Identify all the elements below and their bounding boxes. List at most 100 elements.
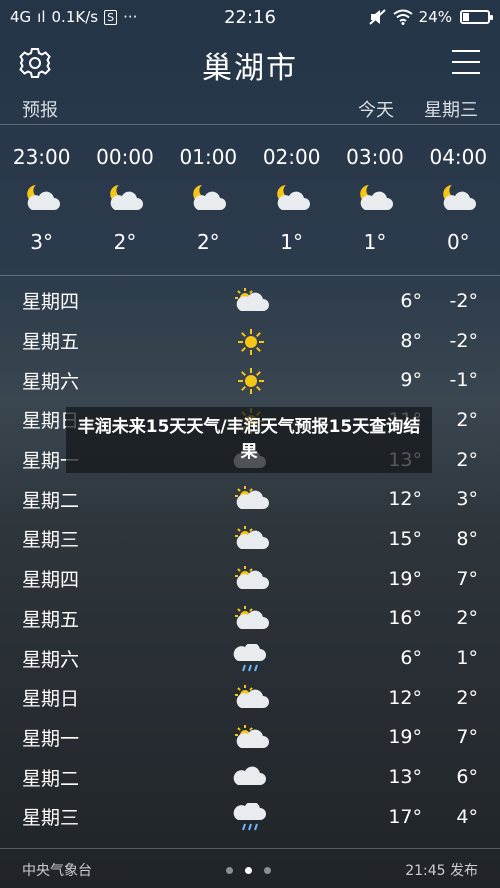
day-name: 星期二 [22,489,80,512]
daily-row[interactable]: 星期二 13° 6° [0,757,500,797]
daily-row[interactable]: 星期四 19° 7° [0,559,500,599]
day-name: 星期六 [22,370,80,393]
partly-cloudy-icon [233,605,269,635]
forecast-subheader: 预报 今天 星期三 [0,96,500,122]
hourly-time: 02:00 [262,145,321,169]
rain-icon [233,642,269,674]
status-bar: 4G ıl 0.1K/s S ··· 22:16 24% [0,0,500,34]
night-cloudy-icon [24,182,60,216]
page-dot[interactable] [264,866,272,874]
city-title[interactable]: 巢湖市 [202,43,298,87]
daily-row[interactable]: 星期三 17° 4° [0,797,500,837]
mute-icon [368,9,386,25]
partly-cloudy-icon [233,724,269,754]
low-temp: 8° [456,527,478,550]
weekday-label: 星期三 [424,100,478,121]
high-temp: 17° [388,805,422,828]
low-temp: 7° [456,726,478,749]
page-indicator [226,866,272,874]
battery-icon [460,10,493,24]
low-temp: -2° [449,329,478,352]
daily-row[interactable]: 星期四 6° -2° [0,281,500,321]
day-name: 星期四 [22,291,80,314]
signal-icon: ıl [37,8,46,26]
network-speed: 0.1K/s [51,8,99,26]
low-temp: 2° [456,686,478,709]
today-label: 今天 [358,100,394,121]
low-temp: 7° [456,567,478,590]
day-name: 星期四 [22,569,80,592]
gear-icon[interactable] [18,46,52,80]
daily-row[interactable]: 星期三 15° 8° [0,519,500,559]
page-dot[interactable] [245,866,253,874]
night-cloudy-icon [357,182,393,216]
daily-row[interactable]: 星期一 19° 7° [0,718,500,758]
hourly-time: 01:00 [179,145,238,169]
day-name: 星期一 [22,727,80,750]
battery-percent: 24% [418,8,452,26]
hourly-time: 04:00 [429,145,488,169]
network-type: 4G [10,8,32,26]
cloudy-icon [233,763,269,793]
data-source: 中央气象台 [22,863,92,879]
partly-cloudy-icon [233,525,269,555]
hourly-time: 03:00 [346,145,404,169]
divider-top [0,124,500,125]
hourly-temp: 1° [280,230,304,254]
day-name: 星期日 [22,688,80,711]
high-temp: 16° [388,607,422,630]
night-cloudy-icon [274,182,310,216]
day-name: 星期二 [22,767,80,790]
hourly-item: 23:00 3° [0,140,83,270]
high-temp: 9° [400,369,422,392]
low-temp: 2° [456,607,478,630]
hourly-time: 00:00 [96,145,154,169]
sunny-icon [233,327,269,357]
day-name: 星期三 [22,529,80,552]
daily-row[interactable]: 星期六 9° -1° [0,360,500,400]
low-temp: 3° [456,488,478,511]
high-temp: 19° [388,567,422,590]
daily-forecast: 星期四 6° -2° 星期五 8° -2° 星期六 9° -1° 星期日 11°… [0,281,500,837]
s-app-icon: S [104,9,118,25]
hourly-temp: 2° [113,230,137,254]
day-name: 星期五 [22,331,80,354]
daily-row[interactable]: 星期日 12° 2° [0,678,500,718]
forecast-label: 预报 [22,100,58,121]
status-left: 4G ıl 0.1K/s S ··· [10,8,137,26]
day-name: 星期六 [22,648,80,671]
low-temp: 4° [456,805,478,828]
footer: 中央气象台 21:45 发布 [0,852,500,888]
daily-row[interactable]: 星期五 8° -2° [0,321,500,361]
publish-time: 21:45 发布 [405,863,478,879]
partly-cloudy-icon [233,287,269,317]
status-right: 24% [368,8,493,26]
partly-cloudy-icon [233,565,269,595]
day-name: 星期三 [22,807,80,830]
hourly-item: 00:00 2° [83,140,166,270]
low-temp: 6° [456,766,478,789]
hourly-time: 23:00 [12,145,71,169]
hourly-temp: 3° [30,230,54,254]
menu-icon[interactable] [452,50,480,76]
page-dot[interactable] [226,866,234,874]
hourly-item: 04:00 0° [417,140,500,270]
partly-cloudy-icon [233,684,269,714]
hourly-temp: 1° [363,230,387,254]
divider-hourly [0,275,500,276]
daily-row[interactable]: 星期五 16° 2° [0,599,500,639]
day-name: 星期五 [22,608,80,631]
high-temp: 8° [400,329,422,352]
night-cloudy-icon [440,182,477,216]
hourly-item: 01:00 2° [167,140,250,270]
night-cloudy-icon [107,182,143,216]
night-cloudy-icon [190,182,227,216]
hourly-temp: 2° [196,230,220,254]
daily-row[interactable]: 星期六 6° 1° [0,638,500,678]
daily-row[interactable]: 星期二 12° 3° [0,479,500,519]
sunny-icon [233,366,269,396]
high-temp: 15° [388,527,422,550]
high-temp: 13° [388,766,422,789]
high-temp: 12° [388,686,422,709]
hourly-temp: 0° [446,230,470,254]
